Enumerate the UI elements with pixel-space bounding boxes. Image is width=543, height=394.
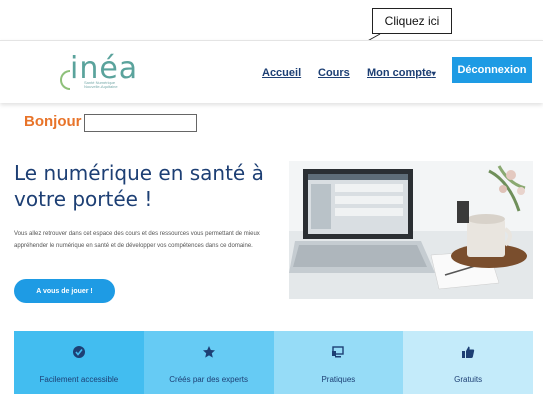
- cta-button[interactable]: A vous de jouer !: [14, 279, 115, 303]
- hero-image: [289, 161, 533, 299]
- thumbs-up-icon: [462, 346, 475, 358]
- nav-mon-compte-label: Mon compte: [367, 67, 432, 79]
- check-circle-icon: [72, 346, 85, 358]
- logo-leaf-icon: [60, 70, 70, 90]
- feature-label: Pratiques: [321, 375, 356, 384]
- feature-label: Facilement accessible: [39, 375, 119, 384]
- annotation-callout: Cliquez ici: [372, 8, 452, 34]
- greeting-label: Bonjour: [24, 113, 82, 130]
- hero-title: Le numérique en santé à votre portée !: [14, 161, 264, 211]
- inea-logo[interactable]: inéa Santé Numérique Nouvelle-Aquitaine: [28, 51, 137, 90]
- chevron-down-icon: ▾: [431, 69, 436, 78]
- star-icon: [202, 346, 215, 358]
- features-strip: Facilement accessible Créés par des expe…: [14, 331, 533, 394]
- feature-accessible: Facilement accessible: [14, 331, 144, 394]
- hero-description: Vous allez retrouver dans cet espace des…: [14, 231, 260, 249]
- site-header: inéa Santé Numérique Nouvelle-Aquitaine …: [0, 40, 543, 103]
- feature-label: Créés par des experts: [169, 375, 248, 384]
- logout-button[interactable]: Déconnexion: [452, 57, 532, 83]
- nav-cours[interactable]: Cours: [318, 67, 350, 79]
- feature-pratiques: Pratiques: [273, 331, 404, 394]
- feature-experts: Créés par des experts: [143, 331, 274, 394]
- logo-tagline: Santé Numérique Nouvelle-Aquitaine: [84, 80, 118, 89]
- username-field[interactable]: [84, 114, 197, 132]
- feature-label: Gratuits: [454, 375, 483, 384]
- screen-icon: [332, 346, 345, 358]
- nav-mon-compte[interactable]: Mon compte▾: [367, 67, 436, 79]
- nav-accueil[interactable]: Accueil: [262, 67, 301, 79]
- feature-gratuits: Gratuits: [403, 331, 533, 394]
